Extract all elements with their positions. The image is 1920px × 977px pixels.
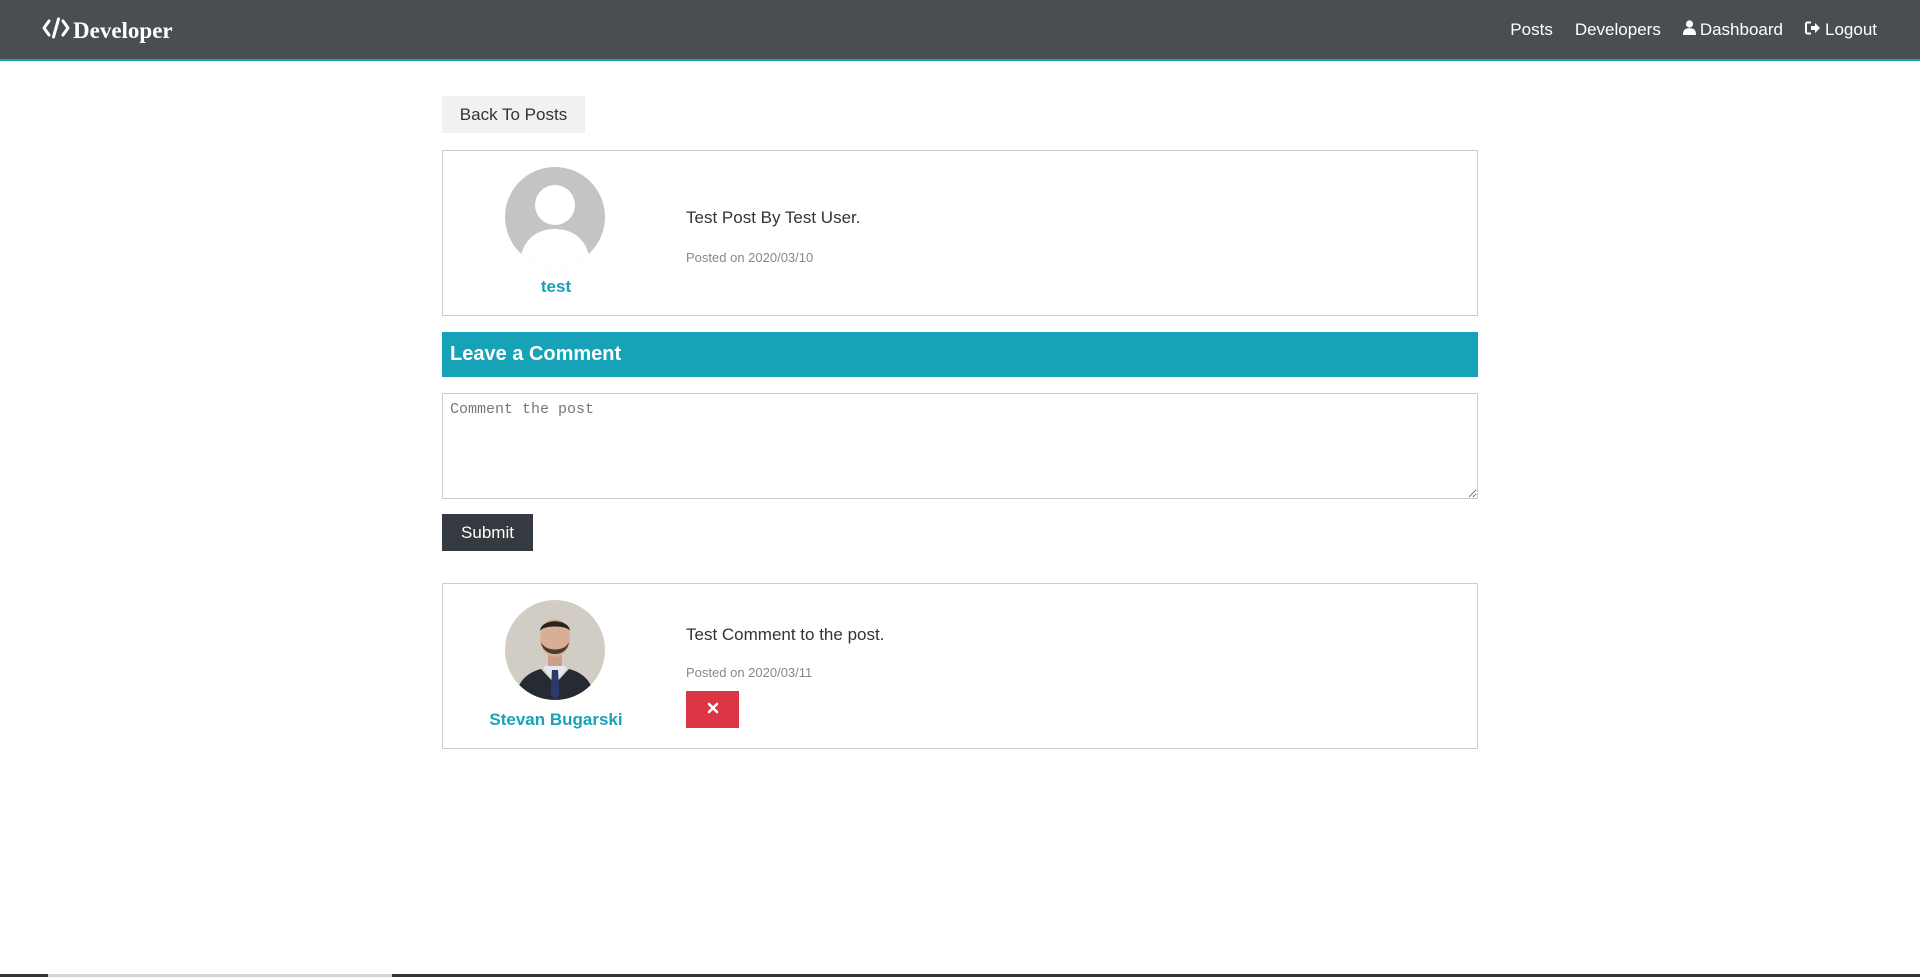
times-icon xyxy=(707,702,719,717)
back-to-posts-button[interactable]: Back To Posts xyxy=(442,96,585,133)
nav-developers-label: Developers xyxy=(1574,19,1661,39)
nav-logout-link[interactable]: Logout xyxy=(1805,20,1877,40)
delete-comment-button[interactable] xyxy=(686,691,739,728)
navbar: Developer Posts Developers Dashboard Log… xyxy=(0,0,1920,61)
default-avatar-icon xyxy=(505,167,605,267)
post-date: Posted on 2020/03/10 xyxy=(686,250,814,265)
nav-posts-link[interactable]: Posts xyxy=(1510,20,1553,40)
nav-posts-label: Posts xyxy=(1510,19,1553,39)
user-icon xyxy=(1682,19,1696,40)
comment-text: Test Comment to the post. xyxy=(686,625,885,644)
comment-textarea[interactable] xyxy=(442,393,1478,499)
nav-logout-label: Logout xyxy=(1825,19,1877,39)
code-icon xyxy=(42,17,70,45)
comment-card: Stevan Bugarski Test Comment to the post… xyxy=(442,583,1478,749)
post-card: test Test Post By Test User. Posted on 2… xyxy=(442,150,1478,316)
nav-dashboard-label: Dashboard xyxy=(1699,19,1783,39)
submit-comment-button[interactable]: Submit xyxy=(442,514,533,551)
post-author-link[interactable]: test xyxy=(443,277,669,297)
nav-developers-link[interactable]: Developers xyxy=(1575,20,1661,40)
nav-links: Posts Developers Dashboard Logout xyxy=(1510,0,1877,59)
user-photo xyxy=(505,600,605,700)
nav-dashboard-link[interactable]: Dashboard xyxy=(1682,19,1783,40)
brand-text: Developer xyxy=(73,18,173,43)
comment-date: Posted on 2020/03/11 xyxy=(686,665,813,680)
brand-link[interactable]: Developer xyxy=(42,13,173,49)
comment-author-link[interactable]: Stevan Bugarski xyxy=(443,710,669,730)
sign-out-icon xyxy=(1805,20,1821,40)
post-text: Test Post By Test User. xyxy=(686,208,861,227)
leave-comment-header: Leave a Comment xyxy=(442,332,1478,377)
